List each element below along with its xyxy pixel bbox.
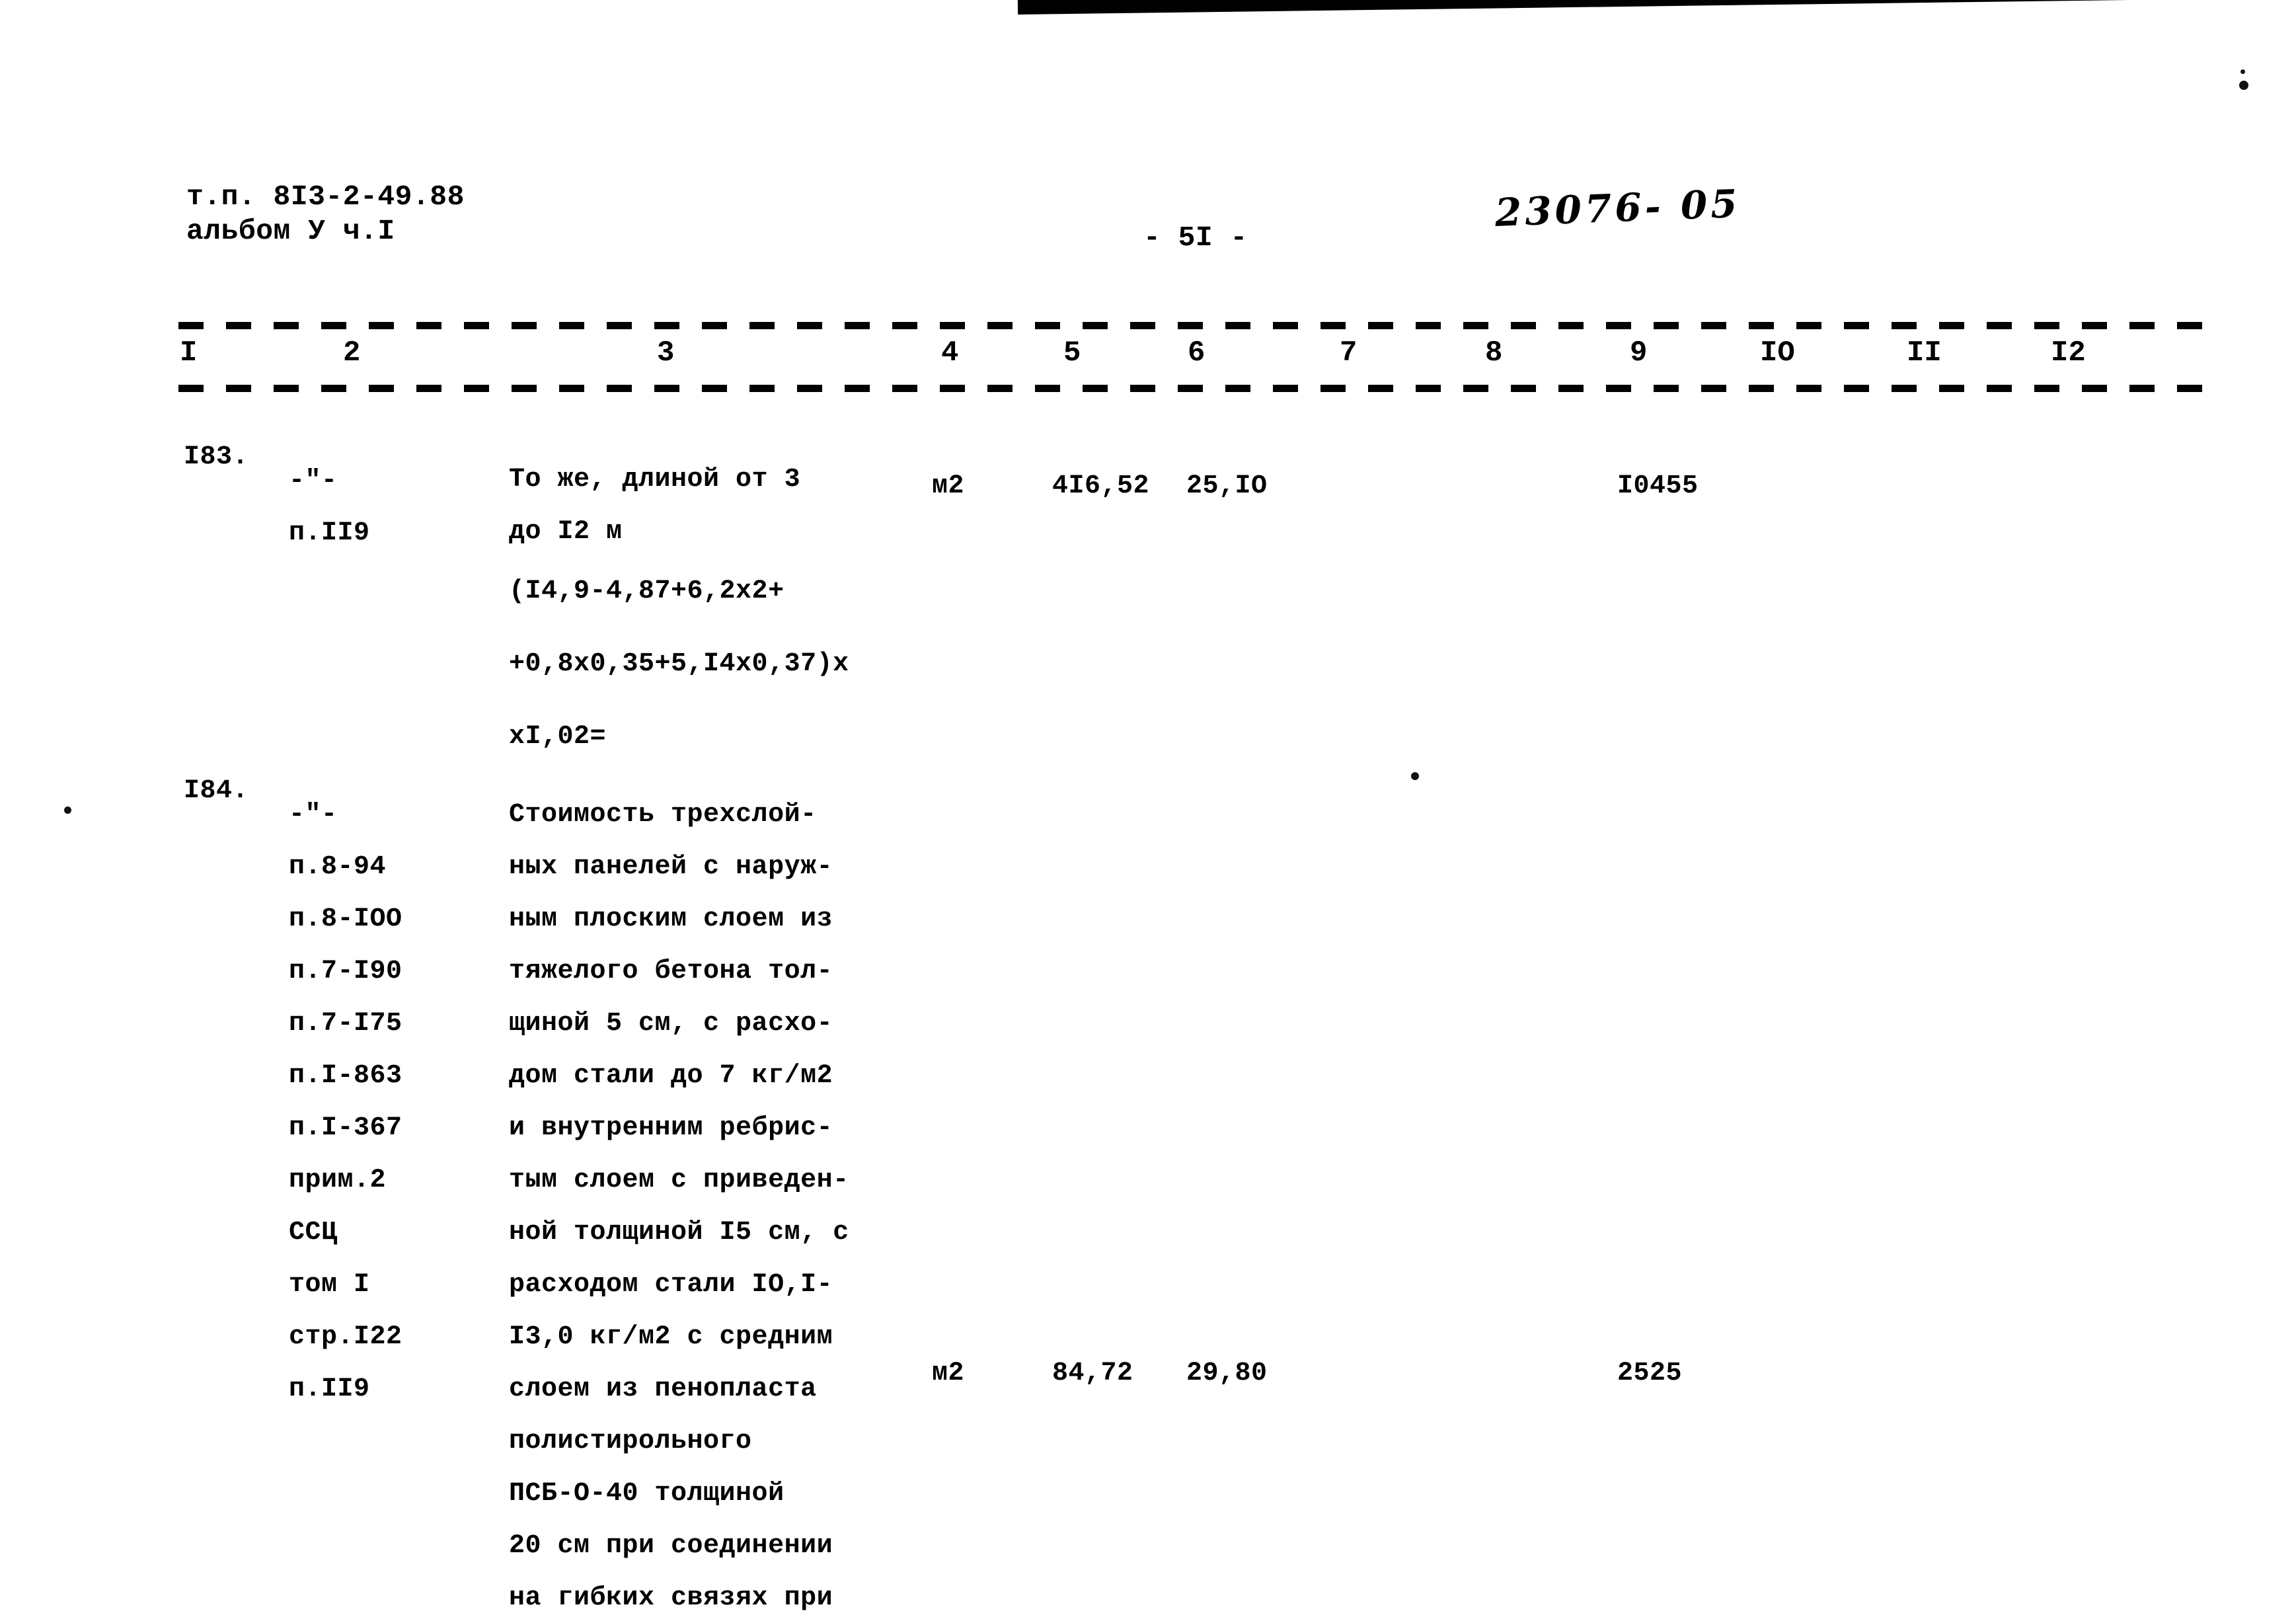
row-184-col9-value: 2525: [1617, 1359, 1683, 1388]
row-183-col3-formula: (I4,9-4,87+6,2x2+ +0,8x0,35+5,I4x0,37)x …: [509, 543, 849, 785]
row-184-col2-line: ССЦ: [289, 1218, 338, 1247]
handwritten-annotation: 23076- 05: [1494, 180, 1741, 235]
row-183-col4-unit: м2: [932, 471, 965, 501]
row-184-col3-line: ных панелей с наруж-: [509, 852, 833, 882]
column-number-10: IO: [1760, 336, 1795, 370]
row-183-col5-value: 4I6,52: [1052, 471, 1150, 501]
scan-speck-artifact: [64, 807, 71, 814]
row-183-formula-line: +0,8x0,35+5,I4x0,37)x: [509, 649, 849, 679]
row-183-formula-line: xI,02=: [509, 722, 607, 752]
row-184-col6-value: 29,80: [1186, 1359, 1268, 1388]
row-184-col2-line: прим.2: [289, 1165, 387, 1195]
row-183-col2-line: п.II9: [289, 518, 370, 548]
column-number-3: 3: [657, 336, 675, 370]
row-183-col3-line: до I2 м: [509, 517, 623, 547]
row-184-col3-line: ной толщиной I5 см, с: [509, 1218, 849, 1247]
page-number-marker: - 5I -: [1143, 221, 1248, 254]
row-184-col2-line: стр.I22: [289, 1322, 402, 1352]
row-184-col3-line: I3,0 кг/м2 с средним: [509, 1322, 833, 1352]
row-184-col2-line: -"-: [289, 800, 338, 830]
scan-speck-artifact: [2240, 69, 2245, 74]
document-code-line1: т.п. 8I3-2-49.88: [186, 180, 465, 213]
row-183-col6-value: 25,IO: [1186, 471, 1268, 501]
column-number-7: 7: [1340, 336, 1358, 370]
row-183-col9-value: I0455: [1617, 471, 1699, 501]
column-number-8: 8: [1485, 336, 1503, 370]
row-184-col3-line: слоем из пенопласта: [509, 1374, 817, 1404]
row-184-col3-line: Стоимость трехслой-: [509, 800, 817, 830]
row-183-col3-line: То же, длиной от 3: [509, 465, 801, 494]
column-number-1: I: [180, 336, 198, 370]
column-number-2: 2: [343, 336, 361, 370]
row-184-col2-line: п.8-94: [289, 852, 387, 882]
row-184-col2-line: п.7-I90: [289, 957, 402, 986]
column-number-5: 5: [1063, 336, 1081, 370]
column-number-9: 9: [1630, 336, 1648, 370]
row-184-col3-description: Стоимость трехслой- ных панелей с наруж-…: [509, 777, 849, 1619]
row-184-col3-line: дом стали до 7 кг/м2: [509, 1061, 833, 1091]
row-184-col3-line: тяжелого бетона тол-: [509, 957, 833, 986]
row-184-col3-line: тым слоем с приведен-: [509, 1165, 849, 1195]
row-183-formula-line: (I4,9-4,87+6,2x2+: [509, 576, 784, 606]
scan-speck-artifact: [2239, 81, 2248, 90]
row-184-col5-value: 84,72: [1052, 1359, 1133, 1388]
row-184-col2-line: п.I-367: [289, 1113, 402, 1143]
row-184-col3-line: ПСБ-О-40 толщиной: [509, 1479, 784, 1509]
document-album-line2: альбом У ч.I: [186, 215, 395, 247]
scan-speck-artifact: [1411, 772, 1419, 780]
row-184-col1-number: I84.: [184, 776, 249, 806]
row-183-col1-number: I83.: [184, 442, 249, 472]
column-number-4: 4: [941, 336, 959, 370]
row-184-col3-line: расходом стали IO,I-: [509, 1270, 833, 1300]
row-184-col3-line: на гибких связях при: [509, 1583, 833, 1613]
table-bottom-rule: [178, 385, 2206, 392]
row-184-col3-line: щиной 5 см, с расхо-: [509, 1009, 833, 1039]
column-number-6: 6: [1188, 336, 1205, 370]
row-184-col3-line: и внутренним ребрис-: [509, 1113, 833, 1143]
row-184-col2-references: -"- п.8-94 п.8-IOO п.7-I90 п.7-I75 п.I-8…: [289, 777, 402, 1427]
row-184-col4-unit: м2: [932, 1359, 965, 1388]
table-top-rule: [178, 322, 2206, 329]
column-number-12: I2: [2051, 336, 2086, 370]
row-184-col3-line: полистирольного: [509, 1427, 752, 1456]
column-number-11: II: [1907, 336, 1942, 370]
row-184-col2-line: п.II9: [289, 1374, 370, 1404]
row-184-col3-line: 20 см при соединении: [509, 1531, 833, 1561]
row-184-col2-line: п.7-I75: [289, 1009, 402, 1039]
row-183-col2-line: -"-: [289, 466, 338, 496]
row-184-col2-line: п.8-IOO: [289, 904, 402, 934]
scan-edge-artifact: [1017, 0, 2296, 15]
row-184-col2-line: п.I-863: [289, 1061, 402, 1091]
row-184-col3-line: ным плоским слоем из: [509, 904, 833, 934]
row-184-col2-line: том I: [289, 1270, 370, 1300]
scanned-document-page: т.п. 8I3-2-49.88 альбом У ч.I - 5I - 230…: [0, 0, 2296, 1619]
row-183-col2-references: -"- п.II9: [289, 443, 370, 571]
